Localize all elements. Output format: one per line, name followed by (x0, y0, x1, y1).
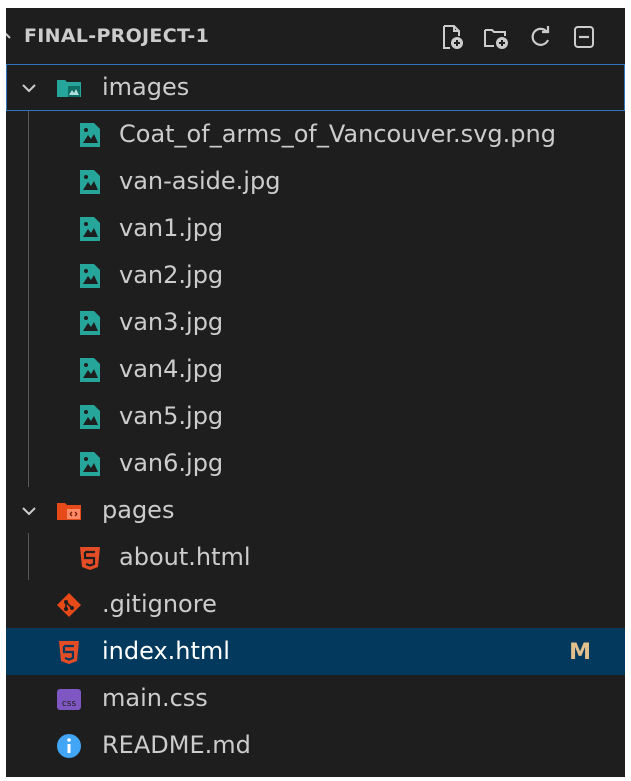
file-row[interactable]: .gitignore (6, 581, 625, 628)
image-file-icon (80, 170, 100, 194)
file-label: van1.jpg (119, 214, 224, 242)
chevron-down-icon (22, 84, 36, 93)
chevron-down-icon[interactable] (6, 24, 17, 48)
file-row-selected[interactable]: index.html M (6, 628, 625, 675)
folder-row-images[interactable]: images (6, 64, 625, 111)
file-label: README.md (102, 731, 251, 759)
file-row[interactable]: van5.jpg (6, 393, 625, 440)
file-row[interactable]: van3.jpg (6, 299, 625, 346)
file-label: van2.jpg (119, 261, 224, 289)
modified-badge: M (569, 640, 591, 665)
file-label: about.html (119, 543, 251, 571)
file-row[interactable]: van2.jpg (6, 252, 625, 299)
image-file-icon (80, 264, 100, 288)
chevron-down-icon (22, 507, 36, 516)
folder-label: images (102, 73, 190, 101)
pages-folder-icon (57, 503, 81, 520)
explorer-header[interactable]: FINAL-PROJECT-1 (6, 8, 625, 64)
file-row[interactable]: van1.jpg (6, 205, 625, 252)
file-row[interactable]: Coat_of_arms_of_Vancouver.svg.png (6, 111, 625, 158)
file-label: van5.jpg (119, 402, 224, 430)
image-file-icon (80, 217, 100, 241)
image-file-icon (80, 123, 100, 147)
file-row[interactable]: about.html (6, 534, 625, 581)
file-row[interactable]: van6.jpg (6, 440, 625, 487)
file-explorer: FINAL-PROJECT-1 images Coat_of_arms_of_V… (6, 8, 625, 777)
file-label: Coat_of_arms_of_Vancouver.svg.png (119, 120, 556, 148)
file-label: van-aside.jpg (119, 167, 281, 195)
html-file-icon (80, 547, 100, 570)
folder-label: pages (102, 496, 175, 524)
file-label: van3.jpg (119, 308, 224, 336)
file-row[interactable]: van-aside.jpg (6, 158, 625, 205)
images-folder-icon (57, 80, 81, 97)
new-folder-icon[interactable] (481, 22, 511, 52)
file-label: .gitignore (102, 590, 217, 618)
image-file-icon (80, 452, 100, 476)
refresh-icon[interactable] (525, 22, 555, 52)
html-file-icon (59, 641, 79, 664)
new-file-icon[interactable] (437, 22, 467, 52)
git-icon (57, 593, 81, 617)
css-file-icon: css (57, 689, 81, 710)
workspace-title: FINAL-PROJECT-1 (24, 25, 210, 47)
image-file-icon (80, 405, 100, 429)
file-row[interactable]: css main.css (6, 675, 625, 722)
image-file-icon (80, 311, 100, 335)
image-file-icon (80, 358, 100, 382)
file-label: main.css (102, 684, 208, 712)
explorer-actions (437, 22, 599, 52)
svg-text:css: css (62, 699, 77, 709)
collapse-all-icon[interactable] (569, 22, 599, 52)
file-label: index.html (102, 637, 230, 665)
file-row[interactable]: README.md (6, 722, 625, 769)
info-icon (57, 734, 81, 758)
file-row[interactable]: van4.jpg (6, 346, 625, 393)
folder-row-pages[interactable]: pages (6, 487, 625, 534)
file-label: van6.jpg (119, 449, 224, 477)
file-label: van4.jpg (119, 355, 224, 383)
